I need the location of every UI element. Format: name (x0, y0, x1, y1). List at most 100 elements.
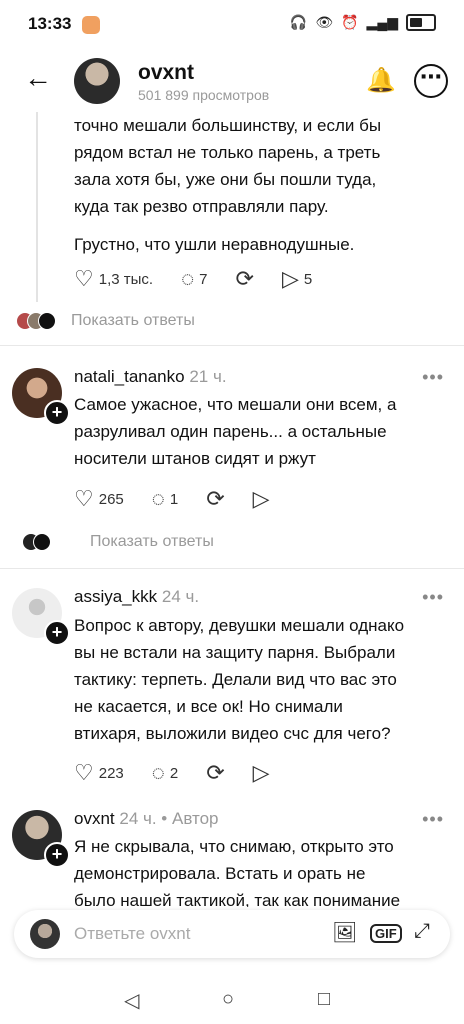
text-line: тактику: терпеть. Делали вид что вас это (74, 670, 397, 689)
like-button[interactable]: ♡ 265 (74, 488, 124, 510)
status-bar: 13:33 🎧 👁 ⏰ ▂▄▆ (0, 0, 464, 48)
reply-button[interactable]: ◌ 7 (181, 268, 207, 290)
reply-avatars (16, 312, 56, 330)
commenter-username[interactable]: assiya_kkk (74, 587, 157, 606)
comment-header: natali_tananko 21 ч. (74, 367, 227, 387)
system-nav-bar: ◁ ○ □ (0, 972, 464, 1024)
follow-plus-icon[interactable]: + (44, 400, 70, 426)
comment-icon: ◌ (151, 486, 165, 511)
share-button[interactable]: ▷ (253, 762, 270, 784)
show-replies-label: Показать ответы (90, 533, 214, 550)
share-count: 5 (303, 270, 313, 288)
bell-icon[interactable]: 🔔 (366, 66, 396, 95)
like-count: 265 (98, 490, 124, 508)
repost-button[interactable]: ⟳ (236, 268, 254, 290)
nav-home-icon[interactable]: ○ (222, 988, 234, 1011)
send-icon: ▷ (281, 266, 299, 291)
comment-header: assiya_kkk 24 ч. (74, 587, 199, 607)
send-icon: ▷ (252, 486, 270, 511)
comment-icon: ◌ (181, 266, 195, 291)
reply-button[interactable]: ◌ 1 (152, 488, 178, 510)
text-line: Самое ужасное, что мешали они всем, а (74, 395, 397, 414)
repost-button[interactable]: ⟳ (206, 762, 224, 784)
text-line: втихаря, выложили видео счс для чего? (74, 724, 391, 743)
text-line: разруливал один парень... а остальные (74, 422, 387, 441)
author-avatar[interactable] (74, 58, 120, 104)
thread-line (36, 112, 38, 302)
text-line: куда так резво отправляли пару. (74, 197, 329, 216)
nav-back-icon[interactable]: ◁ (124, 988, 139, 1013)
views-count: 501 899 просмотров (138, 87, 270, 103)
comment-text: Вопрос к автору, девушки мешали однако в… (74, 612, 404, 747)
show-replies-label: Показать ответы (71, 312, 195, 329)
comment-icon: ◌ (151, 760, 165, 785)
text-line: Грустно, что ушли неравнодушные. (74, 235, 355, 254)
comment-text: Я не скрывала, что снимаю, открыто это д… (74, 833, 400, 907)
author-username[interactable]: ovxnt (138, 61, 194, 85)
send-icon: ▷ (252, 760, 270, 785)
follow-plus-icon[interactable]: + (44, 620, 70, 646)
commenter-username[interactable]: natali_tananko (74, 367, 185, 386)
comment-time: 24 ч. (161, 587, 200, 606)
heart-icon: ♡ (74, 266, 94, 291)
status-icons: 🎧 👁 ⏰ ▂▄▆ (290, 14, 436, 31)
like-count: 223 (98, 764, 124, 782)
comment-header: ovxnt 24 ч. • Автор (74, 809, 219, 829)
alarm-icon: ⏰ (341, 14, 359, 30)
headphones-icon: 🎧 (289, 14, 308, 30)
nav-recents-icon[interactable]: □ (318, 988, 330, 1011)
comment-actions: ♡ 265 ◌ 1 ⟳ ▷ (74, 488, 270, 510)
expand-icon[interactable]: ⤢ (414, 920, 430, 943)
comment-time: 21 ч. (189, 367, 227, 386)
text-line: демонстрировала. Встать и орать не (74, 864, 366, 883)
text-line: Вопрос к автору, девушки мешали однако (74, 616, 405, 635)
reply-avatars (22, 533, 51, 551)
comment-actions: ♡ 223 ◌ 2 ⟳ ▷ (74, 762, 270, 784)
repost-icon: ⟳ (235, 266, 254, 291)
mini-avatar (33, 533, 51, 551)
comment-text: точно мешали большинству, и если бы рядо… (74, 112, 381, 258)
repost-icon: ⟳ (206, 760, 225, 785)
more-options-icon[interactable]: ⋯ (414, 64, 448, 98)
divider (0, 345, 464, 346)
comment-more-icon[interactable]: ••• (422, 587, 444, 608)
follow-plus-icon[interactable]: + (44, 842, 70, 868)
battery-icon (406, 14, 436, 31)
commenter-username[interactable]: ovxnt (74, 809, 115, 828)
repost-button[interactable]: ⟳ (206, 488, 224, 510)
text-line: зала хотя бы, уже они бы пошли туда, (74, 170, 377, 189)
comment-more-icon[interactable]: ••• (422, 367, 444, 388)
text-line: носители штанов сидят и ржут (74, 449, 316, 468)
reply-button[interactable]: ◌ 2 (152, 762, 178, 784)
reply-input[interactable]: Ответьте ovxnt (74, 924, 190, 944)
heart-icon: ♡ (74, 760, 94, 785)
comments-feed[interactable]: точно мешали большинству, и если бы рядо… (0, 112, 464, 907)
repost-icon: ⟳ (206, 486, 225, 511)
divider (0, 568, 464, 569)
gif-icon[interactable]: GIF (370, 924, 402, 943)
like-button[interactable]: ♡ 223 (74, 762, 124, 784)
back-arrow-icon[interactable]: ← (24, 62, 52, 94)
comment-more-icon[interactable]: ••• (422, 809, 444, 830)
reply-input-bar[interactable]: Ответьте ovxnt 🖼 GIF ⤢ (14, 910, 450, 958)
comment-text: Самое ужасное, что мешали они всем, а ра… (74, 391, 396, 472)
reply-count: 2 (169, 764, 179, 782)
show-replies-button[interactable]: Показать ответы (22, 533, 214, 551)
reply-count: 7 (199, 270, 208, 288)
signal-icon: ▂▄▆ (366, 14, 398, 30)
text-line: рядом встал не только парень, а треть (74, 143, 381, 162)
gallery-icon[interactable]: 🖼 (332, 920, 357, 945)
eye-icon: 👁 (315, 14, 334, 30)
like-button[interactable]: ♡ 1,3 тыс. (74, 268, 153, 290)
share-button[interactable]: ▷ 5 (282, 268, 312, 290)
text-line: вы не встали на защиту парня. Выбрали (74, 643, 396, 662)
comment-actions: ♡ 1,3 тыс. ◌ 7 ⟳ ▷ 5 (74, 268, 312, 290)
share-button[interactable]: ▷ (253, 488, 270, 510)
text-line: Я не скрывала, что снимаю, открыто это (74, 837, 394, 856)
show-replies-button[interactable]: Показать ответы (16, 312, 195, 330)
notification-icon (82, 16, 100, 34)
reply-count: 1 (169, 490, 179, 508)
text-line: точно мешали большинству, и если бы (74, 116, 382, 135)
heart-icon: ♡ (74, 486, 94, 511)
comment-time: 24 ч. • Автор (119, 809, 219, 828)
